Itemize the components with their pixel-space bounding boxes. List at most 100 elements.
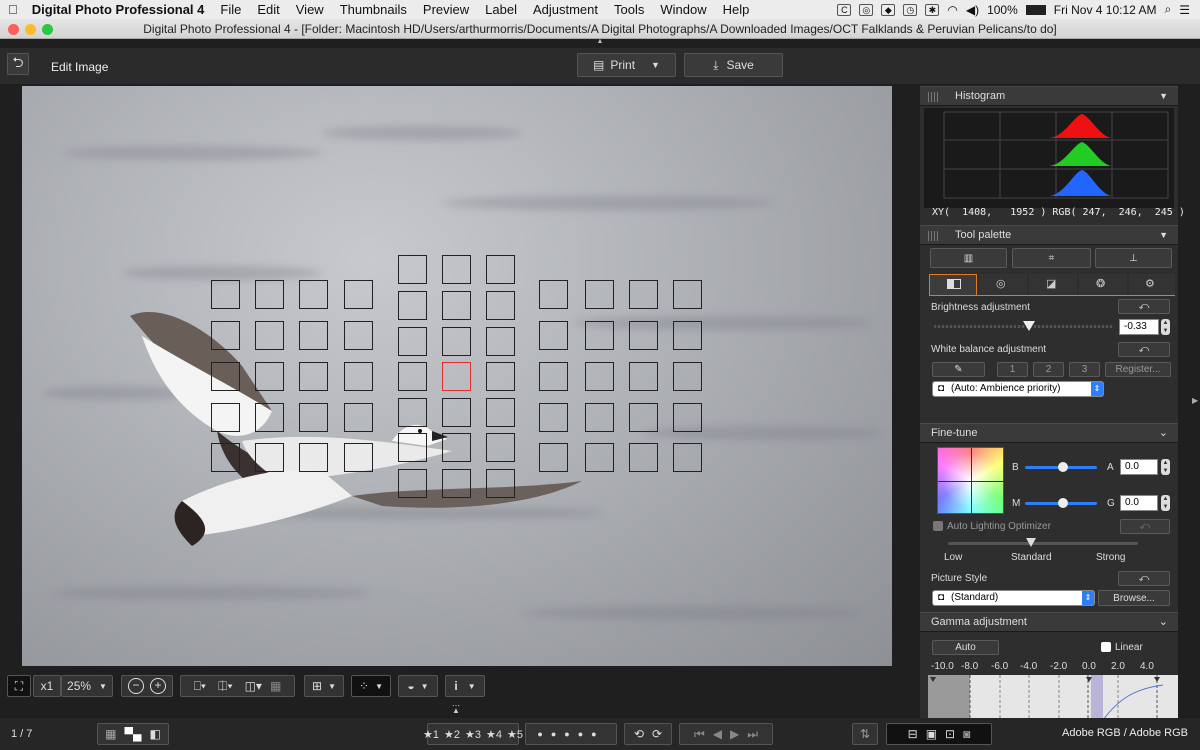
zoom-level-select[interactable]: 25% ▼ [61,675,113,697]
camera-panel-icon[interactable]: ◙ [963,727,970,741]
grid-layout-icon[interactable]: ▦ [105,727,116,741]
menu-adjustment[interactable]: Adjustment [525,2,606,17]
apple-icon[interactable]:  [0,2,26,17]
status-app-icon[interactable]: C [837,3,852,16]
g-value-field[interactable]: 0.0 [1120,495,1158,511]
status-dropbox-icon[interactable]: ◆ [881,3,896,16]
rating-5-button[interactable]: ★5 [507,728,523,741]
brightness-reset-button[interactable]: ⤺ [1118,299,1170,314]
tab-tone-curve[interactable]: ◪ [1029,274,1077,296]
status-time-machine-icon[interactable]: ◷ [903,3,918,16]
menu-edit[interactable]: Edit [249,2,287,17]
menu-window[interactable]: Window [652,2,714,17]
check-mark-buttons[interactable]: ●●●●● [525,723,617,745]
rating-3-button[interactable]: ★3 [465,728,481,741]
menu-app-name[interactable]: Digital Photo Professional 4 [26,2,213,17]
brightness-slider-thumb[interactable] [1023,321,1036,331]
next-image-icon[interactable]: ▶ [730,727,739,741]
g-stepper[interactable]: ▲ ▼ [1161,495,1170,511]
status-sync-icon[interactable]: ◎ [859,3,874,16]
notification-center-icon[interactable]: ☰ [1179,3,1190,17]
wb-reset-button[interactable]: ⤺ [1118,342,1170,357]
menu-help[interactable]: Help [715,2,758,17]
split-view-icon[interactable]: ◫▾ [245,679,262,693]
sort-filter-button[interactable]: ⇅ [852,723,878,745]
picture-style-select[interactable]: ◘ (Standard) ⇕ [932,590,1095,606]
tab-settings[interactable]: ⚙ [1129,274,1175,296]
wb-eyedropper-button[interactable]: ✎ [932,362,985,377]
navigator-panel-icon[interactable]: ⊡ [945,727,955,741]
menu-tools[interactable]: Tools [606,2,652,17]
first-image-icon[interactable]: ⏮ [694,727,705,742]
menu-preview[interactable]: Preview [415,2,477,17]
m-g-slider-thumb[interactable] [1058,498,1068,508]
picture-style-browse-button[interactable]: Browse... [1098,590,1170,606]
zoom-in-icon[interactable]: + [150,678,166,694]
save-button[interactable]: ⤓ Save [684,53,783,77]
clock[interactable]: Fri Nov 4 10:12 AM [1054,3,1157,17]
wb-preset-2-button[interactable]: 2 [1033,362,1064,377]
linear-checkbox[interactable] [1101,642,1111,652]
info-display-button[interactable]: i ▼ [445,675,485,697]
rotate-right-icon[interactable]: ⟳ [652,727,662,741]
single-view-icon[interactable]: ⎕▾ [194,679,206,694]
image-preview[interactable] [22,86,892,666]
previous-image-icon[interactable]: ◀ [713,727,722,741]
collapse-chevron-icon[interactable]: ⌄ [1159,613,1168,632]
picture-style-reset-button[interactable]: ⤺ [1118,571,1170,586]
gamma-graph[interactable] [928,675,1178,720]
gamma-auto-button[interactable]: Auto [932,640,999,655]
rotate-left-icon[interactable]: ⟲ [634,727,644,741]
filmstrip-layout-icon[interactable]: ▀▄ [124,727,141,741]
wb-register-button[interactable]: Register... [1105,362,1171,377]
panel-resize-handle-icon[interactable]: ⋯ ▲ [446,702,466,715]
a-value-field[interactable]: 0.0 [1120,459,1158,475]
zoom-x1-button[interactable]: x1 [33,675,61,697]
tool-palette-header[interactable]: Tool palette ▼ [920,225,1178,245]
histogram-header[interactable]: Histogram ▼ [920,86,1178,106]
rating-4-button[interactable]: ★4 [486,728,502,741]
gamma-header[interactable]: Gamma adjustment ⌄ [920,612,1178,632]
collapse-chevron-icon[interactable]: ⌄ [1159,424,1168,443]
thumbnails-panel-icon[interactable]: ⊟ [908,727,918,741]
alo-slider[interactable] [948,542,1138,545]
alo-checkbox[interactable] [933,521,943,531]
brightness-value-field[interactable]: -0.33 [1119,319,1159,335]
spotlight-icon[interactable]: ⌕ [1165,2,1172,17]
rating-1-button[interactable]: ★1 [423,728,439,741]
tab-basic-adjust[interactable] [929,274,977,296]
fit-to-screen-button[interactable]: ⛶ [7,675,31,697]
a-stepper[interactable]: ▲ ▼ [1161,459,1170,475]
alo-reset-button[interactable]: ⤺ [1120,519,1170,534]
alo-slider-thumb[interactable] [1026,538,1036,547]
side-by-side-icon[interactable]: ⎅▾ [218,679,233,694]
color-adjust-tool-button[interactable]: ▥ [930,248,1007,268]
wb-mode-select[interactable]: ◘ (Auto: Ambience priority) ⇕ [932,381,1104,397]
back-button[interactable]: ⮌ [7,53,29,75]
grid-view-icon[interactable]: ▦ [270,679,281,693]
volume-icon[interactable]: ◀) [966,3,979,17]
rating-2-button[interactable]: ★2 [444,728,460,741]
wb-preset-3-button[interactable]: 3 [1069,362,1100,377]
brightness-stepper[interactable]: ▲ ▼ [1161,319,1170,335]
menu-label[interactable]: Label [477,2,525,17]
close-window-button[interactable] [8,24,19,35]
highlight-warning-button[interactable]: ◒ ▼ [398,675,438,697]
fine-tune-header[interactable]: Fine-tune ⌄ [920,423,1178,443]
dust-stamp-tool-button[interactable]: ⊥ [1095,248,1172,268]
drag-handle-icon[interactable] [928,231,938,241]
menu-thumbnails[interactable]: Thumbnails [332,2,415,17]
image-panel-icon[interactable]: ▣ [926,727,937,741]
status-bluetooth-icon[interactable]: ✱ [925,3,940,16]
af-point-display-button[interactable]: ⁘ ▼ [351,675,391,697]
b-a-slider-thumb[interactable] [1058,462,1068,472]
tab-noise-lens[interactable]: ◎ [979,274,1027,296]
collapse-toolbar-icon[interactable]: ▲ [594,38,606,46]
minimize-window-button[interactable] [25,24,36,35]
chevron-down-icon[interactable]: ▼ [651,60,660,70]
chevron-down-icon[interactable]: ▼ [1159,226,1168,245]
drag-handle-icon[interactable] [928,92,938,102]
grid-overlay-button[interactable]: ⊞ ▼ [304,675,344,697]
wb-preset-1-button[interactable]: 1 [997,362,1028,377]
wifi-icon[interactable]: ◠ [947,3,957,17]
